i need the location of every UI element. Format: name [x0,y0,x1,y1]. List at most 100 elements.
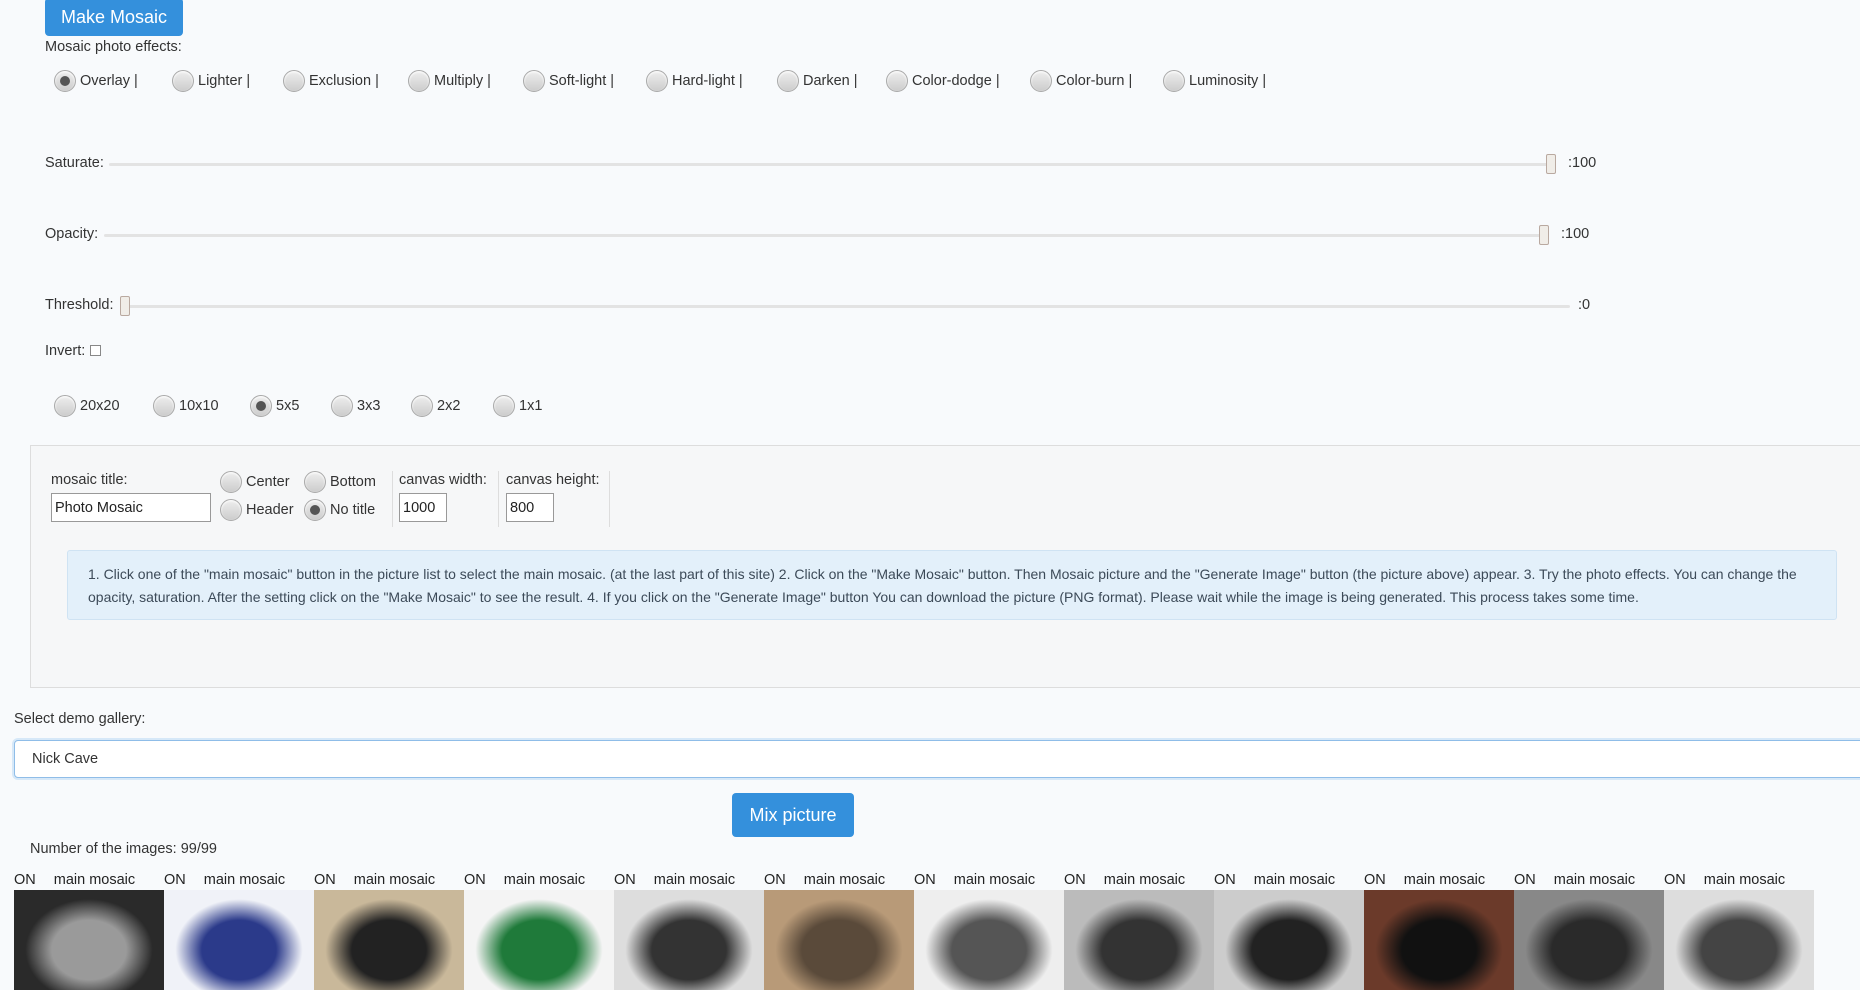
on-toggle[interactable]: ON [1514,872,1536,888]
title-position-header[interactable]: Header [220,499,294,521]
on-toggle[interactable]: ON [764,872,786,888]
settings-panel: mosaic title: canvas width: canvas heigh… [30,445,1860,688]
effect-radio-soft-light[interactable]: Soft-light | [523,70,614,92]
on-toggle[interactable]: ON [614,872,636,888]
on-toggle[interactable]: ON [164,872,186,888]
title-position-center[interactable]: Center [220,471,290,493]
main-mosaic-button[interactable]: main mosaic [354,872,435,888]
main-mosaic-button[interactable]: main mosaic [504,872,585,888]
canvas-height-input[interactable] [506,493,554,522]
radio-label: Lighter | [198,73,251,89]
radio-circle-icon[interactable] [304,499,326,521]
radio-label: No title [330,502,376,518]
radio-circle-icon[interactable] [493,395,515,417]
effect-radio-color-burn[interactable]: Color-burn | [1030,70,1132,92]
grid-radio-10x10[interactable]: 10x10 [153,395,219,417]
gallery-item: ON main mosaic [1364,872,1514,990]
on-toggle[interactable]: ON [314,872,336,888]
main-mosaic-button[interactable]: main mosaic [1554,872,1635,888]
grid-radio-2x2[interactable]: 2x2 [411,395,460,417]
instructions-alert: 1. Click one of the "main mosaic" button… [67,550,1837,620]
radio-circle-icon[interactable] [220,471,242,493]
grid-radio-5x5[interactable]: 5x5 [250,395,299,417]
effects-label: Mosaic photo effects: [45,39,182,55]
on-toggle[interactable]: ON [1064,872,1086,888]
main-mosaic-button[interactable]: main mosaic [1704,872,1785,888]
gallery-photo [1364,890,1514,990]
on-toggle[interactable]: ON [1214,872,1236,888]
effect-radio-luminosity[interactable]: Luminosity | [1163,70,1266,92]
radio-circle-icon[interactable] [523,70,545,92]
main-mosaic-button[interactable]: main mosaic [1404,872,1485,888]
radio-circle-icon[interactable] [283,70,305,92]
gallery-photo [464,890,614,990]
main-mosaic-button[interactable]: main mosaic [1254,872,1335,888]
threshold-thumb[interactable] [120,296,130,316]
radio-circle-icon[interactable] [54,70,76,92]
gallery-item: ON main mosaic [14,872,164,990]
on-toggle[interactable]: ON [14,872,36,888]
mosaic-title-label: mosaic title: [51,472,128,488]
main-mosaic-button[interactable]: main mosaic [654,872,735,888]
threshold-slider[interactable] [120,296,1570,316]
radio-circle-icon[interactable] [220,499,242,521]
radio-circle-icon[interactable] [153,395,175,417]
gallery-photo [614,890,764,990]
radio-circle-icon[interactable] [408,70,430,92]
grid-radio-20x20[interactable]: 20x20 [54,395,120,417]
radio-circle-icon[interactable] [1030,70,1052,92]
effect-radio-exclusion[interactable]: Exclusion | [283,70,379,92]
mix-picture-button[interactable]: Mix picture [732,793,854,837]
grid-radio-3x3[interactable]: 3x3 [331,395,380,417]
on-toggle[interactable]: ON [1364,872,1386,888]
radio-circle-icon[interactable] [886,70,908,92]
main-mosaic-button[interactable]: main mosaic [204,872,285,888]
opacity-slider[interactable] [104,225,1549,245]
title-position-no-title[interactable]: No title [304,499,375,521]
effect-radio-darken[interactable]: Darken | [777,70,858,92]
radio-label: 10x10 [179,398,219,414]
effect-radio-hard-light[interactable]: Hard-light | [646,70,743,92]
canvas-width-label: canvas width: [399,472,487,488]
invert-checkbox[interactable] [90,345,101,356]
radio-label: Bottom [330,474,376,490]
effect-radio-lighter[interactable]: Lighter | [172,70,250,92]
on-toggle[interactable]: ON [914,872,936,888]
radio-circle-icon[interactable] [250,395,272,417]
make-mosaic-button[interactable]: Make Mosaic [45,0,183,36]
radio-circle-icon[interactable] [646,70,668,92]
gallery-item: ON main mosaic [1664,872,1814,990]
effect-radio-overlay[interactable]: Overlay | [54,70,138,92]
image-count: Number of the images: 99/99 [30,841,217,857]
effect-radio-color-dodge[interactable]: Color-dodge | [886,70,1000,92]
canvas-width-input[interactable] [399,493,447,522]
on-toggle[interactable]: ON [1664,872,1686,888]
main-mosaic-button[interactable]: main mosaic [1104,872,1185,888]
gallery-photo [914,890,1064,990]
main-mosaic-button[interactable]: main mosaic [954,872,1035,888]
radio-label: Darken | [803,73,858,89]
radio-circle-icon[interactable] [411,395,433,417]
radio-circle-icon[interactable] [777,70,799,92]
radio-circle-icon[interactable] [1163,70,1185,92]
opacity-thumb[interactable] [1539,225,1549,245]
gallery-select[interactable]: Nick Cave [14,740,1860,778]
saturate-slider[interactable] [109,154,1556,174]
main-mosaic-button[interactable]: main mosaic [54,872,135,888]
radio-circle-icon[interactable] [54,395,76,417]
radio-circle-icon[interactable] [304,471,326,493]
radio-circle-icon[interactable] [331,395,353,417]
grid-radio-1x1[interactable]: 1x1 [493,395,542,417]
gallery-item: ON main mosaic [914,872,1064,990]
mosaic-title-input[interactable] [51,493,211,522]
gallery-photo [1664,890,1814,990]
on-toggle[interactable]: ON [464,872,486,888]
gallery-select-label: Select demo gallery: [14,711,146,727]
gallery-item: ON main mosaic [464,872,614,990]
gallery-photo [764,890,914,990]
radio-circle-icon[interactable] [172,70,194,92]
main-mosaic-button[interactable]: main mosaic [804,872,885,888]
effect-radio-multiply[interactable]: Multiply | [408,70,491,92]
saturate-thumb[interactable] [1546,154,1556,174]
title-position-bottom[interactable]: Bottom [304,471,376,493]
